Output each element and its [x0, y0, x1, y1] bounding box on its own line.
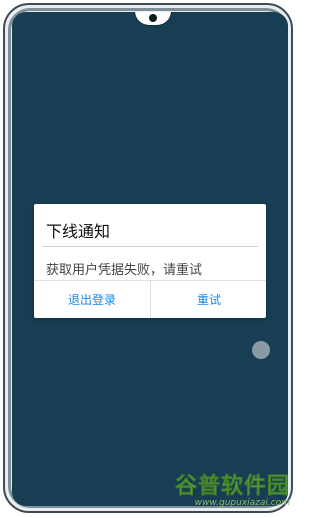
dialog-title: 下线通知: [46, 222, 111, 241]
site-watermark: 谷普软件园 www.gupuxiazai.com: [160, 473, 290, 511]
watermark-url: www.gupuxiazai.com: [194, 497, 290, 508]
logout-button[interactable]: 退出登录: [34, 281, 150, 318]
floating-assistive-button[interactable]: [252, 341, 270, 359]
front-camera-icon: [149, 14, 157, 22]
dialog-message: 获取用户凭据失败，请重试: [46, 263, 203, 278]
watermark-logo: 谷普软件园: [174, 473, 290, 499]
offline-notice-dialog: 下线通知 获取用户凭据失败，请重试 退出登录 重试: [34, 204, 266, 318]
screen-notch: [134, 12, 172, 26]
retry-button[interactable]: 重试: [150, 281, 267, 318]
title-divider: [42, 246, 258, 247]
phone-screen: 下线通知 获取用户凭据失败，请重试 退出登录 重试: [12, 12, 288, 506]
